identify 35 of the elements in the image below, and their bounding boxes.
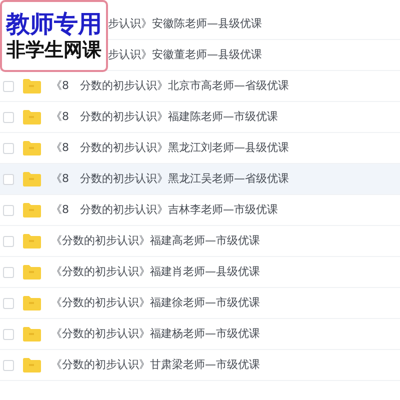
stamp-text: 教师专用 xyxy=(6,10,102,39)
folder-icon xyxy=(22,264,41,280)
checkbox[interactable] xyxy=(3,112,14,122)
folder-icon xyxy=(22,140,41,156)
folder-icon xyxy=(22,202,41,218)
file-name[interactable]: 《8 分数的初步认识》吉林李老师—市级优课 xyxy=(51,202,278,218)
checkbox[interactable] xyxy=(3,236,14,246)
checkbox[interactable] xyxy=(3,204,14,216)
folder-icon xyxy=(22,295,41,311)
file-name[interactable]: 《分数的初步认识》福建高老师—市级优课 xyxy=(51,232,260,250)
file-name[interactable]: 《8 分数的初步认识》黑龙江吴老师—省级优课 xyxy=(51,170,289,188)
checkbox[interactable] xyxy=(3,142,14,154)
file-name[interactable]: 《8 分数的初步认识》福建陈老师—市级优课 xyxy=(51,108,278,126)
file-name[interactable]: 步认识》安徽董老师—县级优课 xyxy=(108,46,262,64)
checkbox[interactable] xyxy=(3,360,14,370)
file-row[interactable]: 《8 分数的初步认识》黑龙江吴老师—省级优课 xyxy=(0,164,400,195)
checkbox[interactable] xyxy=(3,174,14,184)
file-name[interactable]: 《分数的初步认识》福建肖老师—县级优课 xyxy=(51,264,260,280)
file-name[interactable]: 步认识》安徽陈老师—县级优课 xyxy=(108,16,262,32)
file-name[interactable]: 《8 分数的初步认识》黑龙江刘老师—县级优课 xyxy=(51,140,289,156)
folder-icon xyxy=(22,109,41,125)
folder-icon xyxy=(22,233,41,249)
file-name[interactable]: 《分数的初步认识》福建杨老师—市级优课 xyxy=(51,326,260,342)
checkbox[interactable] xyxy=(3,298,14,308)
folder-icon xyxy=(22,357,41,373)
file-name[interactable]: 《8 分数的初步认识》北京市高老师—省级优课 xyxy=(51,78,289,94)
folder-icon xyxy=(22,326,41,342)
folder-icon xyxy=(22,171,41,187)
folder-icon xyxy=(22,78,41,94)
stamp-text: 非学生网课 xyxy=(6,39,102,62)
checkbox[interactable] xyxy=(3,80,14,92)
file-name[interactable]: 《分数的初步认识》甘肃梁老师—市级优课 xyxy=(51,356,260,374)
checkbox[interactable] xyxy=(3,266,14,278)
file-name[interactable]: 《分数的初步认识》福建徐老师—市级优课 xyxy=(51,294,260,312)
checkbox[interactable] xyxy=(3,328,14,340)
